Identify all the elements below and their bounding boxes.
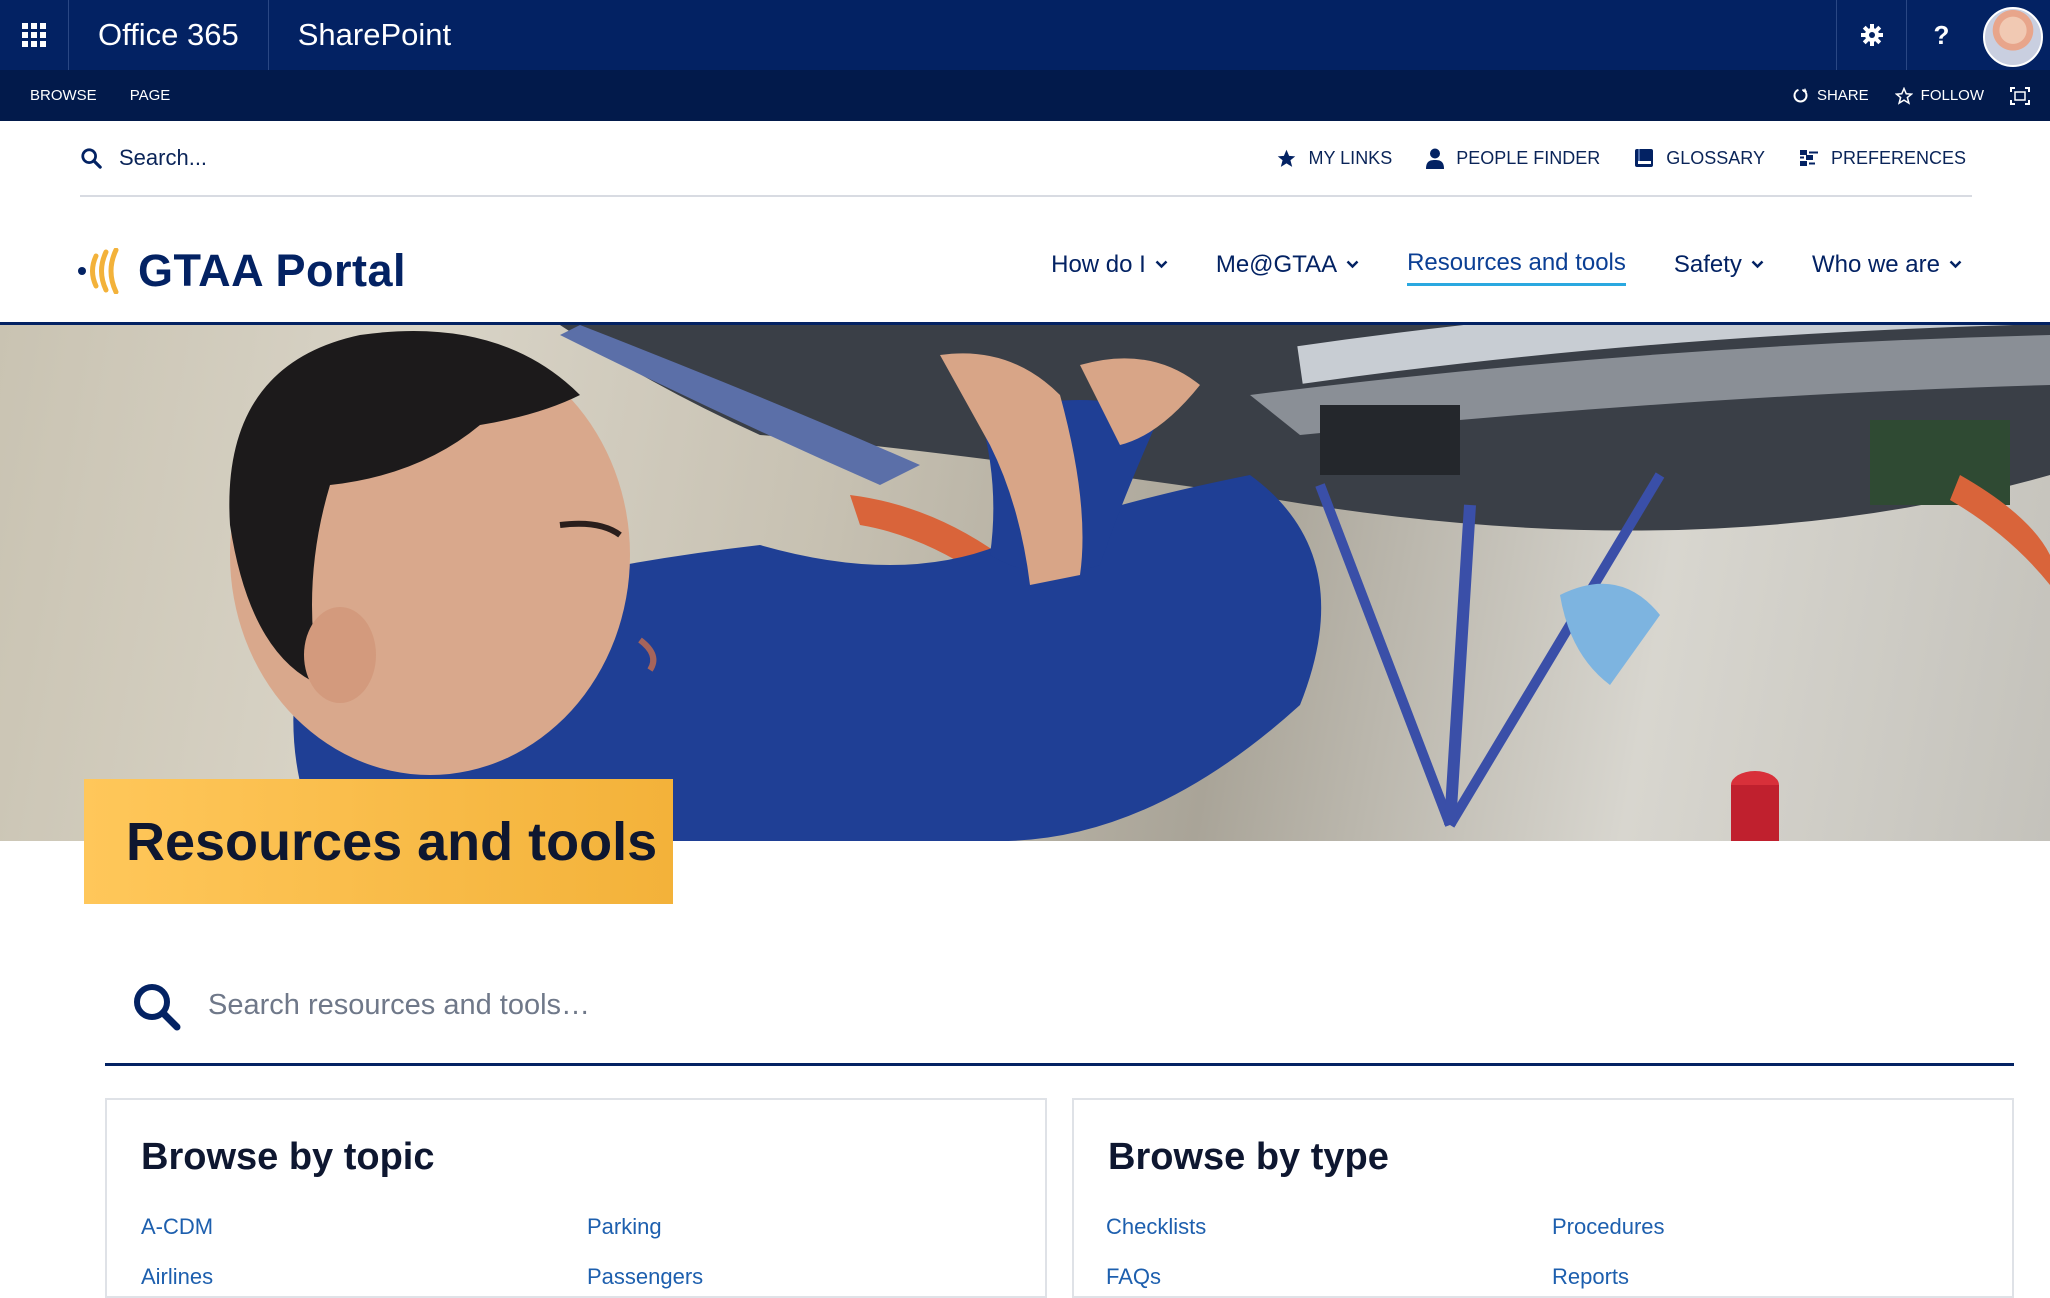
avatar bbox=[1983, 7, 2043, 67]
gtaa-logo-icon bbox=[78, 248, 119, 294]
nav-label: Who we are bbox=[1811, 250, 1940, 278]
share-icon bbox=[1793, 88, 1808, 103]
page-title: Resources and tools bbox=[126, 811, 658, 872]
type-column-1: Checklists FAQs bbox=[1106, 1214, 1206, 1290]
topic-column-2: Parking Passengers bbox=[587, 1214, 703, 1290]
my-links-label: MY LINKS bbox=[1308, 147, 1393, 168]
chevron-down-icon bbox=[1949, 260, 1962, 269]
portal-logo[interactable]: GTAA Portal bbox=[78, 245, 406, 297]
utility-bar: MY LINKS PEOPLE FINDER GLOSSARY PREFER bbox=[80, 121, 1972, 197]
resource-search bbox=[105, 948, 2014, 1066]
type-link[interactable]: Procedures bbox=[1552, 1214, 1665, 1240]
settings-button[interactable] bbox=[1836, 0, 1906, 70]
hero-title-panel: Resources and tools bbox=[84, 779, 673, 904]
browse-by-type-title: Browse by type bbox=[1108, 1136, 1389, 1178]
chevron-down-icon bbox=[1751, 260, 1764, 269]
gear-icon bbox=[1860, 24, 1883, 46]
help-icon: ? bbox=[1933, 19, 1950, 50]
office-365-link[interactable]: Office 365 bbox=[69, 0, 269, 70]
search-icon[interactable] bbox=[131, 981, 181, 1031]
topic-link[interactable]: Passengers bbox=[587, 1264, 703, 1290]
suite-actions: ? bbox=[1836, 0, 2050, 70]
topic-link[interactable]: Parking bbox=[587, 1214, 703, 1240]
nav-item-how-do-i[interactable]: How do I bbox=[1051, 249, 1168, 286]
nav-label: Safety bbox=[1673, 250, 1742, 278]
glossary-label: GLOSSARY bbox=[1666, 147, 1765, 168]
browse-by-topic-title: Browse by topic bbox=[141, 1136, 435, 1178]
portal-title: GTAA Portal bbox=[138, 245, 407, 296]
ribbon-tab-browse[interactable]: BROWSE bbox=[30, 87, 97, 104]
focus-icon bbox=[2010, 86, 2030, 105]
resource-search-input[interactable] bbox=[206, 988, 1110, 1023]
nav-label: Me@GTAA bbox=[1215, 250, 1338, 278]
nav-item-who-we-are[interactable]: Who we are bbox=[1812, 249, 1962, 286]
share-label: SHARE bbox=[1816, 87, 1869, 104]
book-icon bbox=[1635, 149, 1654, 167]
nav-item-resources-and-tools[interactable]: Resources and tools bbox=[1407, 249, 1626, 286]
type-link[interactable]: FAQs bbox=[1106, 1264, 1206, 1290]
site-search-input[interactable] bbox=[117, 144, 621, 172]
chevron-down-icon bbox=[1346, 260, 1359, 269]
sharepoint-link[interactable]: SharePoint bbox=[269, 0, 480, 70]
main-nav: How do I Me@GTAA Resources and tools Saf… bbox=[1051, 249, 1962, 286]
chevron-down-icon bbox=[1155, 260, 1168, 269]
browse-by-type-card: Browse by type Checklists FAQs Procedure… bbox=[1072, 1098, 2014, 1298]
type-column-2: Procedures Reports bbox=[1552, 1214, 1665, 1290]
preferences-label: PREFERENCES bbox=[1830, 147, 1966, 168]
utility-links: MY LINKS PEOPLE FINDER GLOSSARY PREFEREN… bbox=[1276, 121, 1966, 195]
ribbon-tab-page[interactable]: PAGE bbox=[130, 87, 171, 104]
follow-label: FOLLOW bbox=[1920, 87, 1984, 104]
browse-by-topic-card: Browse by topic A-CDM Airlines Parking P… bbox=[105, 1098, 1047, 1298]
topic-column-1: A-CDM Airlines bbox=[141, 1214, 213, 1290]
star-outline-icon bbox=[1894, 86, 1913, 105]
site-header: GTAA Portal How do I Me@GTAA Resources a… bbox=[0, 197, 2050, 325]
nav-item-me-gtaa[interactable]: Me@GTAA bbox=[1216, 249, 1359, 286]
suite-bar: Office 365 SharePoint ? bbox=[0, 0, 2050, 70]
follow-button[interactable]: FOLLOW bbox=[1894, 86, 1984, 105]
star-icon bbox=[1277, 149, 1295, 167]
topic-link[interactable]: Airlines bbox=[141, 1264, 213, 1290]
preferences-link[interactable]: PREFERENCES bbox=[1799, 148, 1966, 169]
waffle-icon bbox=[22, 23, 46, 47]
hero-image bbox=[0, 325, 2050, 841]
people-finder-label: PEOPLE FINDER bbox=[1456, 147, 1601, 168]
focus-mode-button[interactable] bbox=[2010, 86, 2030, 105]
glossary-link[interactable]: GLOSSARY bbox=[1634, 148, 1765, 169]
person-icon bbox=[1426, 148, 1445, 169]
sliders-icon bbox=[1799, 150, 1818, 166]
search-icon[interactable] bbox=[80, 147, 102, 169]
nav-label: Resources and tools bbox=[1407, 249, 1626, 276]
hero-photo-illustration bbox=[229, 325, 2050, 841]
type-link[interactable]: Reports bbox=[1552, 1264, 1665, 1290]
app-launcher-button[interactable] bbox=[0, 0, 69, 70]
nav-item-safety[interactable]: Safety bbox=[1674, 249, 1764, 286]
nav-label: How do I bbox=[1051, 250, 1146, 278]
people-finder-link[interactable]: PEOPLE FINDER bbox=[1426, 148, 1600, 169]
user-avatar-button[interactable] bbox=[1976, 0, 2050, 70]
topic-link[interactable]: A-CDM bbox=[141, 1214, 213, 1240]
help-button[interactable]: ? bbox=[1906, 0, 1976, 70]
ribbon-bar: BROWSE PAGE SHARE FOLLOW bbox=[0, 70, 2050, 121]
share-button[interactable]: SHARE bbox=[1792, 87, 1869, 104]
type-link[interactable]: Checklists bbox=[1106, 1214, 1206, 1240]
my-links-link[interactable]: MY LINKS bbox=[1276, 147, 1393, 169]
site-search bbox=[80, 121, 621, 195]
